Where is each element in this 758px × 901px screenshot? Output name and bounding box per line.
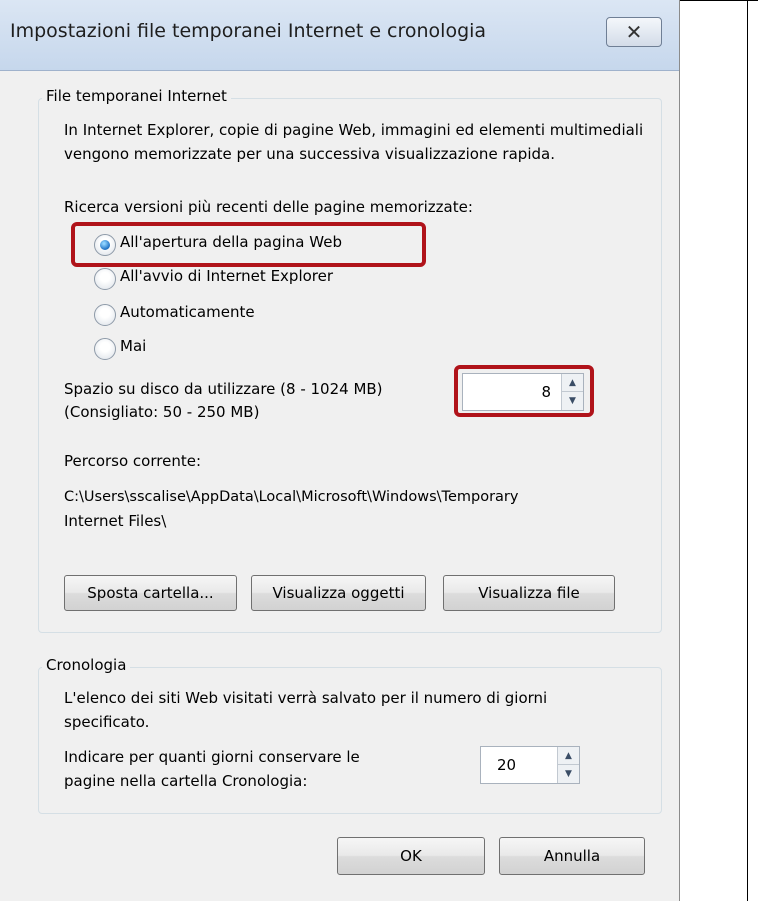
ok-button[interactable]: OK — [337, 837, 485, 875]
disk-space-label: Spazio su disco da utilizzare (8 - 1024 … — [64, 380, 383, 398]
outer-frame-right — [747, 0, 748, 901]
cancel-button[interactable]: Annulla — [499, 837, 645, 875]
view-files-label: Visualizza file — [478, 584, 580, 602]
radio-on-ie-start[interactable] — [94, 268, 116, 290]
window-title: Impostazioni file temporanei Internet e … — [10, 20, 487, 42]
close-button[interactable]: ✕ — [606, 17, 662, 47]
radio-automatic[interactable] — [94, 304, 116, 326]
check-newer-label: Ricerca versioni più recenti delle pagin… — [64, 198, 473, 216]
history-legend: Cronologia — [42, 656, 131, 674]
title-bar[interactable]: Impostazioni file temporanei Internet e … — [0, 0, 679, 71]
history-days-stepper[interactable]: 20 ▲ ▼ — [480, 746, 580, 784]
move-folder-label: Sposta cartella... — [87, 584, 214, 602]
history-days-label-line1: Indicare per quanti giorni conservare le — [64, 748, 360, 766]
radio-label-never[interactable]: Mai — [120, 337, 146, 355]
disk-space-hint: (Consigliato: 50 - 250 MB) — [64, 403, 260, 421]
close-icon: ✕ — [625, 20, 643, 44]
stepper-down-icon[interactable]: ▼ — [558, 765, 579, 783]
ok-label: OK — [400, 847, 422, 865]
temp-files-legend: File temporanei Internet — [42, 87, 231, 105]
highlight-disk-space — [454, 365, 594, 417]
radio-label-on-ie-start[interactable]: All'avvio di Internet Explorer — [120, 267, 333, 285]
history-days-arrows[interactable]: ▲ ▼ — [557, 747, 579, 783]
move-folder-button[interactable]: Sposta cartella... — [64, 575, 237, 611]
temp-files-description: In Internet Explorer, copie di pagine We… — [64, 121, 644, 163]
view-files-button[interactable]: Visualizza file — [443, 575, 615, 611]
radio-label-automatic[interactable]: Automaticamente — [120, 303, 255, 321]
settings-dialog: Impostazioni file temporanei Internet e … — [0, 0, 680, 901]
current-path-line2: Internet Files\ — [64, 512, 167, 530]
stepper-up-icon[interactable]: ▲ — [558, 747, 579, 765]
history-days-value[interactable]: 20 — [497, 756, 516, 774]
current-path-line1: C:\Users\sscalise\AppData\Local\Microsof… — [64, 489, 519, 505]
history-days-label-line2: pagine nella cartella Cronologia: — [64, 772, 308, 790]
radio-never[interactable] — [94, 338, 116, 360]
cancel-label: Annulla — [543, 847, 601, 865]
current-path-label: Percorso corrente: — [64, 452, 201, 470]
history-description: L'elenco dei siti Web visitati verrà sal… — [64, 689, 548, 731]
view-objects-label: Visualizza oggetti — [272, 584, 405, 602]
highlight-selected-option — [71, 222, 426, 267]
view-objects-button[interactable]: Visualizza oggetti — [251, 575, 426, 611]
